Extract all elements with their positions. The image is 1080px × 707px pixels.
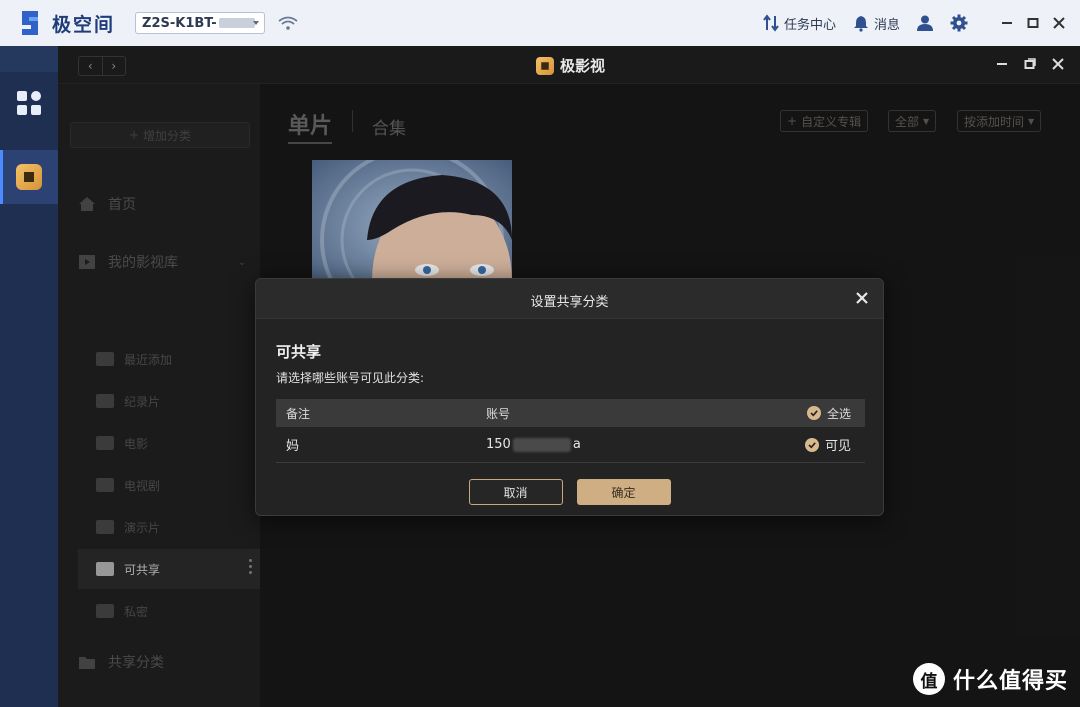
system-topbar: 极空间 Z2S-K1BT- 任务中心 消息 (0, 0, 1080, 46)
watermark-logo: 值 (912, 663, 945, 695)
share-category-dialog: 设置共享分类 可共享 请选择哪些账号可见此分类: 备注 账号 全选 妈 150 a (255, 278, 884, 516)
dialog-header: 设置共享分类 (256, 279, 883, 319)
rail-header (0, 46, 58, 72)
check-icon (806, 406, 821, 420)
device-selector[interactable]: Z2S-K1BT- (135, 12, 266, 34)
back-icon[interactable]: ‹ (79, 57, 103, 75)
watermark: 值 什么值得买 (912, 663, 1068, 695)
dialog-description: 请选择哪些账号可见此分类: (276, 371, 425, 385)
messages-label: 消息 (873, 17, 900, 33)
cancel-button[interactable]: 取消 (468, 479, 563, 505)
app-titlebar: ‹ › 极影视 (58, 46, 1080, 84)
app-grid-icon (17, 91, 41, 115)
close-icon[interactable] (855, 291, 869, 305)
app-title-label: 极影视 (560, 57, 606, 75)
brand-logo-icon (22, 11, 38, 35)
account-suffix: a (572, 437, 581, 452)
close-icon[interactable] (1052, 16, 1066, 30)
account-prefix: 150 (486, 437, 511, 452)
rail-app-launcher[interactable] (0, 76, 58, 130)
transfer-icon (763, 14, 779, 32)
confirm-button[interactable]: 确定 (576, 479, 671, 505)
row-note: 妈 (286, 439, 300, 454)
messages-button[interactable]: 消息 (852, 14, 900, 33)
minimize-icon[interactable] (1000, 16, 1014, 30)
table-header: 备注 账号 全选 (276, 399, 865, 427)
visible-label: 可见 (824, 439, 851, 454)
accounts-table: 备注 账号 全选 妈 150 a 可见 (276, 399, 865, 463)
account-redacted (512, 437, 571, 452)
wifi-icon (278, 16, 298, 30)
forward-icon[interactable]: › (103, 57, 126, 75)
select-all-checkbox[interactable]: 全选 (776, 405, 865, 422)
video-app-icon (536, 56, 554, 75)
row-account: 150 a (476, 437, 776, 452)
dialog-actions: 取消 确定 (256, 479, 883, 505)
bell-icon (853, 16, 868, 32)
dialog-title: 设置共享分类 (530, 295, 609, 310)
nav-buttons: ‹ › (78, 56, 126, 76)
device-name: Z2S-K1BT- (142, 15, 217, 31)
app-title: 极影视 (536, 55, 605, 76)
brand-logo: 极空间 (18, 8, 115, 38)
user-icon[interactable] (916, 14, 934, 32)
device-name-redacted (218, 18, 255, 28)
watermark-logo-text: 值 (920, 671, 938, 692)
watermark-text: 什么值得买 (952, 669, 1068, 694)
task-center-label: 任务中心 (783, 17, 836, 33)
app-minimize-icon[interactable] (996, 58, 1008, 70)
table-row: 妈 150 a 可见 (276, 427, 865, 463)
app-restore-icon[interactable] (1024, 58, 1036, 70)
chevron-down-icon (253, 21, 260, 25)
column-header-account: 账号 (486, 406, 511, 421)
maximize-icon[interactable] (1026, 16, 1040, 30)
rail-video-app[interactable] (0, 150, 58, 204)
check-icon (804, 437, 819, 452)
task-center-button[interactable]: 任务中心 (762, 14, 836, 33)
column-header-note: 备注 (286, 406, 311, 421)
app-rail (0, 46, 58, 707)
visible-checkbox[interactable]: 可见 (776, 435, 865, 454)
select-all-label: 全选 (826, 406, 851, 421)
app-close-icon[interactable] (1052, 58, 1064, 70)
dialog-heading: 可共享 (276, 343, 322, 361)
brand-name: 极空间 (52, 13, 116, 36)
video-app-icon (16, 164, 42, 190)
gear-icon[interactable] (950, 14, 968, 32)
